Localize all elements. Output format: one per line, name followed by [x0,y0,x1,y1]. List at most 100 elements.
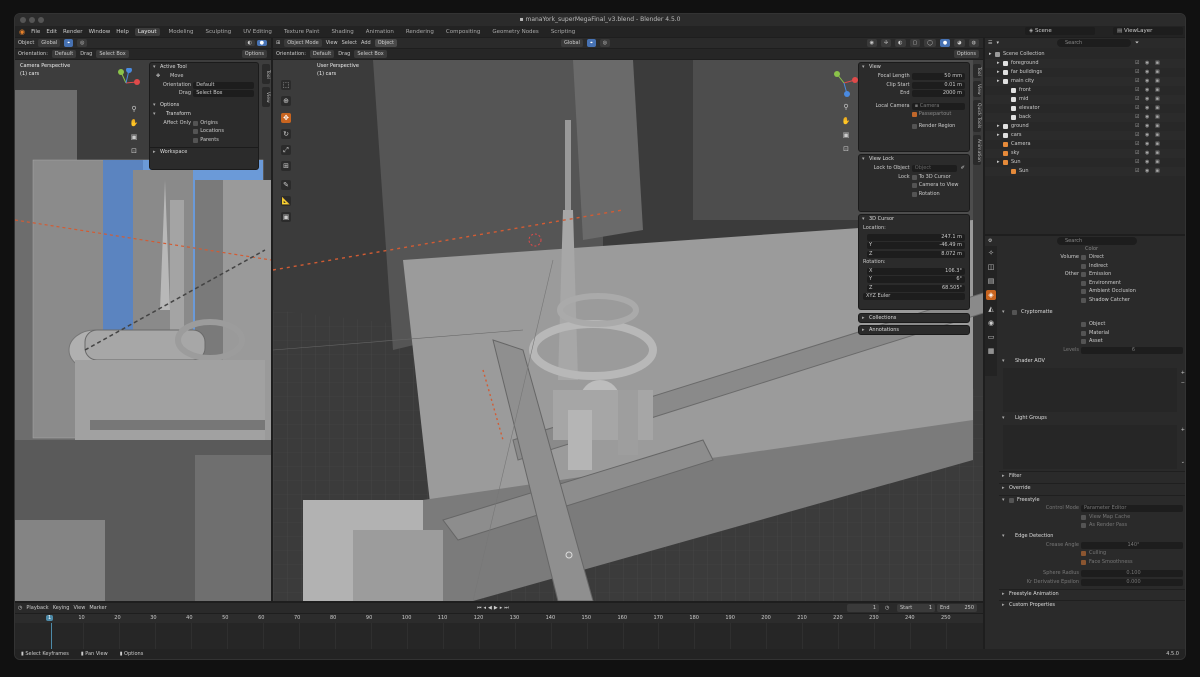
left-drag-dropdown[interactable]: Select Box [96,50,129,58]
add-light-group-icon[interactable]: + [1181,427,1185,433]
expand-chevron-icon[interactable]: ▸ [997,77,1000,86]
checkbox-icon[interactable]: ☑ [1135,131,1139,140]
preview-range-icon[interactable]: ◷ [885,605,889,611]
workspace-tab-rendering[interactable]: Rendering [403,28,437,36]
origins-checkbox[interactable] [193,120,199,126]
add-cube-tool-icon[interactable]: ▣ [281,212,291,222]
workspace-tab-geometry-nodes[interactable]: Geometry Nodes [489,28,541,36]
active-tool-header[interactable]: Active Tool [150,63,258,72]
menu-window[interactable]: Window [89,29,111,35]
cursor-tool-icon[interactable]: ⊕ [281,96,291,106]
workspace-header[interactable]: Workspace [150,147,258,157]
expand-chevron-icon[interactable]: ▸ [989,50,992,59]
freestyle-checkbox[interactable] [1009,498,1014,503]
viewlayer-selector[interactable]: ▤ ViewLayer [1113,27,1183,35]
transform-orientation-global[interactable]: Global [561,39,583,47]
eye-icon[interactable]: ◉ [1145,167,1149,176]
edge-detection-header[interactable]: Edge Detection [999,532,1185,541]
left-solid-shading-icon[interactable]: ● [256,40,267,46]
left-navigation-gizmo[interactable] [111,68,141,98]
shader-aov-header[interactable]: Shader AOV [999,357,1185,366]
lock-to-cursor-checkbox[interactable] [911,174,917,180]
custom-properties-header[interactable]: Custom Properties [999,600,1185,610]
measure-tool-icon[interactable]: 📐 [281,196,291,206]
camera-render-icon[interactable]: ▣ [1155,158,1160,167]
outliner-row[interactable]: mid ☑ ◉ ▣ [985,95,1185,104]
checkbox-icon[interactable]: ☑ [1135,122,1139,131]
scene-selector[interactable]: ◈ Scene [1025,27,1095,35]
outliner-search-input[interactable]: Search [1057,39,1131,47]
eye-icon[interactable]: ◉ [1145,95,1149,104]
texture-tab-icon[interactable]: ▦ [986,346,996,356]
workspace-tab-texture-paint[interactable]: Texture Paint [281,28,323,36]
workspace-tab-animation[interactable]: Animation [363,28,397,36]
cursor-loc-x-field[interactable]: 247.1 m [867,233,965,241]
main-navigation-gizmo[interactable] [829,68,859,98]
timeline-menu-playback[interactable]: Playback [26,605,48,611]
outliner-row[interactable]: ▸ main city ☑ ◉ ▣ [985,77,1185,86]
checkbox-icon[interactable]: ☑ [1135,149,1139,158]
cryptomatte-checkbox[interactable] [1012,310,1017,315]
left-transform-global[interactable]: Global [38,39,61,47]
perspective-toggle-icon[interactable]: ⊡ [841,144,851,154]
checkbox-icon[interactable]: ☑ [1135,86,1139,95]
light-groups-header[interactable]: Light Groups [999,414,1185,423]
eye-icon[interactable]: ◉ [1145,122,1149,131]
select-box-tool-icon[interactable]: ⬚ [281,80,291,90]
focal-length-field[interactable]: 50 mm [911,73,965,80]
left-viewport[interactable]: Camera Perspective (1) cars ⚲ ✋ ▣ ⊡ Acti… [15,60,271,601]
collections-header[interactable]: Collections [859,314,969,322]
clip-end-field[interactable]: 2000 m [911,90,965,97]
playhead[interactable] [51,623,52,650]
outliner-row[interactable]: ▸ cars ☑ ◉ ▣ [985,131,1185,140]
active-tool-orientation-dropdown[interactable]: Default [193,81,254,89]
locations-checkbox[interactable] [193,129,199,134]
sphere-radius-field[interactable]: 0.100 [1081,570,1183,577]
expand-chevron-icon[interactable]: ▸ [997,59,1000,68]
crypto-asset-checkbox[interactable] [1081,339,1086,344]
mode-dropdown[interactable]: Object Mode [284,39,322,47]
crypto-material-checkbox[interactable] [1081,330,1086,336]
scene-tab-icon[interactable]: ◭ [986,304,996,314]
left-tab-tool[interactable]: Tool [262,64,270,84]
overlays-icon[interactable]: ◐ [895,39,906,47]
timeline-menu-keying[interactable]: Keying [53,605,70,611]
snap-icon[interactable]: ⌖ [586,39,596,47]
annotate-tool-icon[interactable]: ✎ [281,180,291,190]
tool-tab-icon[interactable]: ✧ [986,248,996,258]
lock-rotation-checkbox[interactable] [911,191,917,197]
world-tab-icon[interactable]: ◉ [986,318,996,328]
xray-icon[interactable]: ▢ [909,39,921,47]
menu-add[interactable]: Add [361,40,371,46]
options-header[interactable]: Options [150,101,258,110]
menu-render[interactable]: Render [63,29,83,35]
environment-checkbox[interactable] [1081,280,1086,286]
light-groups-chevron-icon[interactable]: ⌄ [1181,459,1185,465]
outliner-display-mode-icon[interactable]: ▾ [996,40,999,46]
proportional-edit-icon[interactable]: ◎ [599,39,611,47]
output-tab-icon[interactable]: ▤ [986,276,996,286]
left-camera-icon[interactable]: ▣ [129,132,139,142]
ambient-occlusion-checkbox[interactable] [1081,289,1086,294]
expand-chevron-icon[interactable]: ▸ [997,131,1000,140]
camera-render-icon[interactable]: ▣ [1155,68,1160,77]
face-smoothness-checkbox[interactable] [1081,559,1086,565]
light-groups-list[interactable]: + ⌄ [1003,425,1185,469]
levels-field[interactable]: 6 [1081,346,1183,354]
left-overlay-icon[interactable]: ◐ [244,40,256,46]
parents-checkbox[interactable] [193,137,199,143]
minimize-window-dot[interactable] [29,17,35,23]
workspace-tab-layout[interactable]: Layout [134,27,160,36]
jump-end-icon[interactable]: ⏭ [504,605,511,611]
pan-hand-icon[interactable]: ✋ [841,116,851,126]
gizmo-toggle-icon[interactable]: ✢ [880,39,892,47]
outliner-row[interactable]: Sun ☑ ◉ ▣ [985,167,1185,176]
cursor-loc-z-field[interactable]: 8.072 m [867,250,965,258]
menu-view[interactable]: View [326,40,338,46]
render-tab-icon[interactable]: ◫ [986,262,996,272]
current-frame-field[interactable]: 1 [847,604,879,612]
passepartout-checkbox[interactable] [911,112,917,117]
shadow-catcher-checkbox[interactable] [1081,297,1086,303]
workspace-tab-uv-editing[interactable]: UV Editing [240,28,275,36]
left-proportional-icon[interactable]: ◎ [77,39,88,47]
